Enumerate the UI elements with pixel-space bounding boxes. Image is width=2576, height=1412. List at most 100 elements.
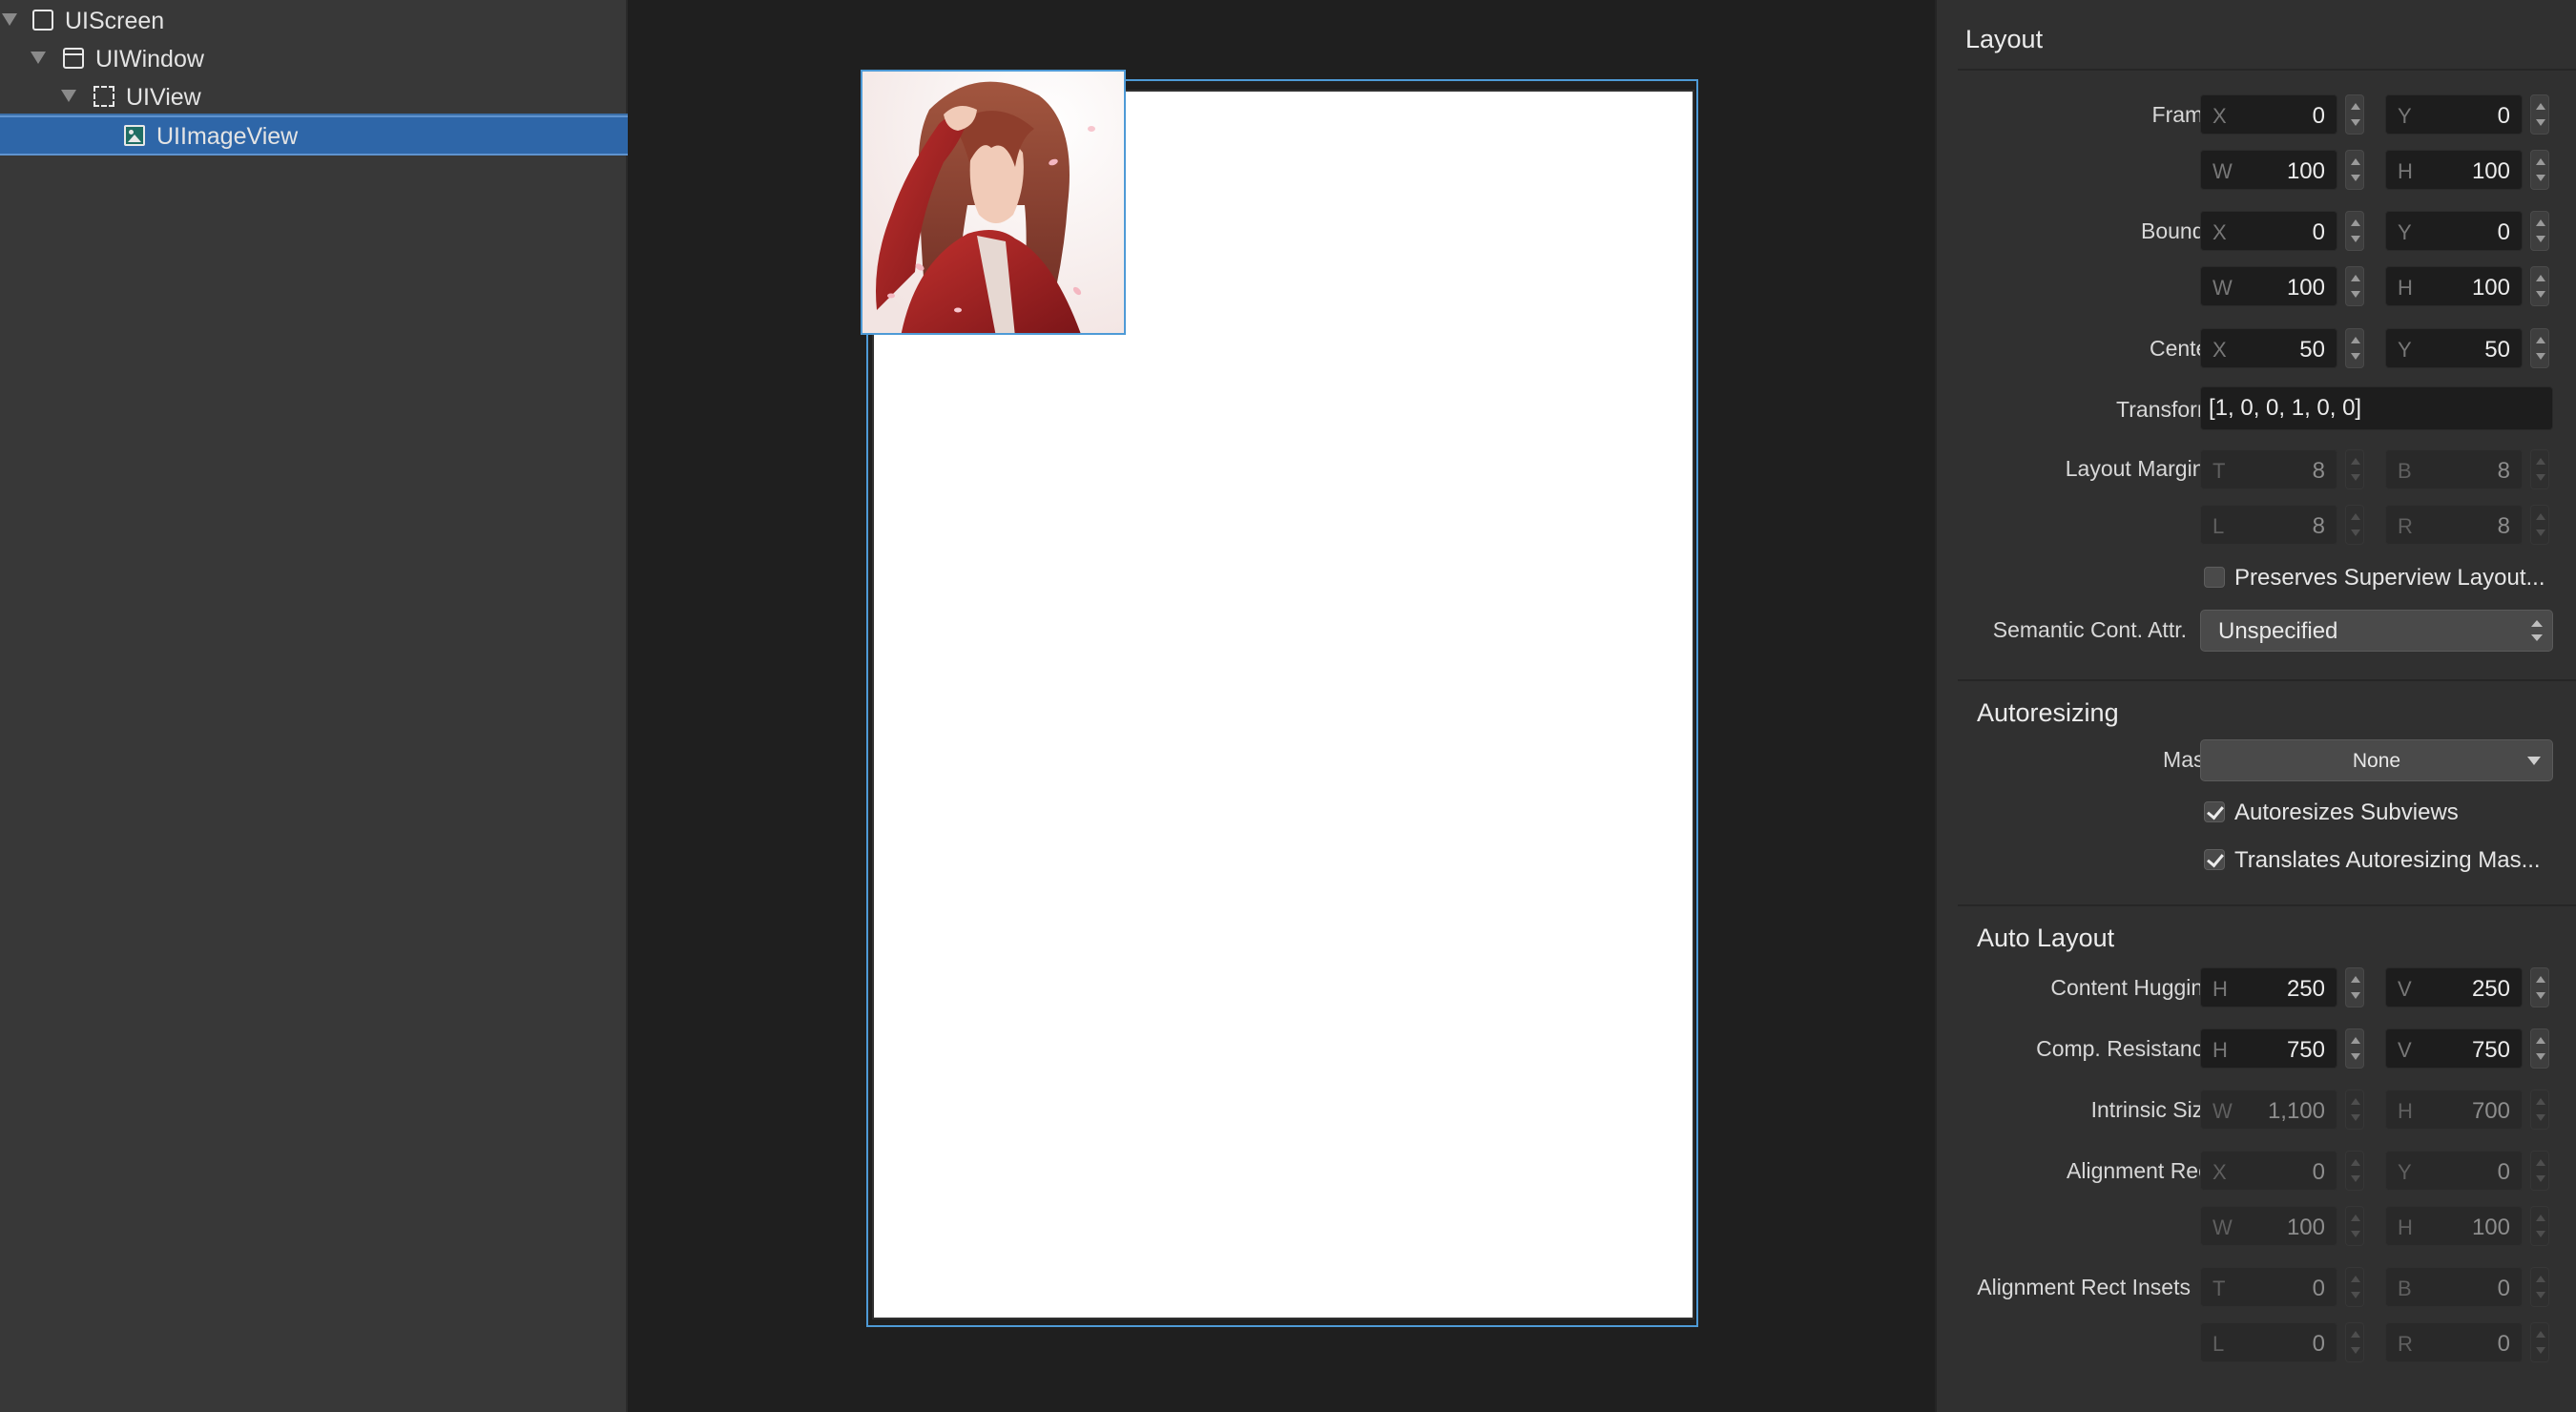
- translates-mask-label: Translates Autoresizing Mas...: [2234, 847, 2541, 873]
- frame-y-field[interactable]: Y0: [2385, 94, 2523, 135]
- align-w-value: 100: [2286, 1215, 2325, 1240]
- tree-row-uiwindow[interactable]: UIWindow: [0, 39, 628, 77]
- margin-right-stepper: [2530, 505, 2549, 545]
- inset-right-stepper: [2530, 1322, 2549, 1362]
- uiimageview-preview[interactable]: [861, 70, 1126, 335]
- screen-icon: [32, 10, 53, 31]
- margin-top-value: 8: [2312, 458, 2325, 484]
- frame-y-stepper[interactable]: [2530, 94, 2549, 135]
- tree-label-uiscreen: UIScreen: [65, 8, 165, 34]
- bounds-w-stepper[interactable]: [2345, 266, 2364, 306]
- inset-top-field: T0: [2200, 1267, 2337, 1307]
- frame-x-field[interactable]: X0: [2200, 94, 2337, 135]
- frame-y-value: 0: [2497, 103, 2510, 129]
- chevron-down-icon: [2527, 757, 2541, 765]
- center-x-field[interactable]: X 50: [2200, 328, 2337, 368]
- frame-x-stepper[interactable]: [2345, 94, 2364, 135]
- tree-label-uiwindow: UIWindow: [95, 46, 204, 73]
- content-hugging-label: Content Hugging: [2050, 975, 2215, 1000]
- inset-bottom-value: 0: [2497, 1276, 2510, 1301]
- bounds-h-field[interactable]: H 100: [2385, 266, 2523, 306]
- semantic-popup[interactable]: Unspecified: [2200, 610, 2553, 652]
- inset-top-stepper: [2345, 1267, 2364, 1307]
- align-w-field: W 100: [2200, 1206, 2337, 1246]
- autoresizing-section-title: Autoresizing: [1977, 698, 2119, 727]
- section-divider: [1958, 679, 2576, 681]
- hugging-v-stepper[interactable]: [2530, 967, 2549, 1007]
- center-y-field[interactable]: Y 50: [2385, 328, 2523, 368]
- bounds-h-stepper[interactable]: [2530, 266, 2549, 306]
- margin-top-field: T8: [2200, 449, 2337, 489]
- frame-w-field[interactable]: W 100: [2200, 150, 2337, 190]
- mask-value: None: [2352, 750, 2401, 772]
- intrinsic-size-label: Intrinsic Size: [2090, 1097, 2215, 1122]
- tree-row-uiimageview[interactable]: UIImageView: [0, 115, 628, 156]
- tree-row-uiscreen[interactable]: UIScreen: [0, 1, 628, 39]
- frame-w-value: 100: [2286, 158, 2325, 184]
- align-h-stepper: [2530, 1206, 2549, 1246]
- window-icon: [63, 48, 84, 69]
- align-h-field: H 100: [2385, 1206, 2523, 1246]
- intrinsic-h-value: 700: [2471, 1098, 2510, 1124]
- intrinsic-h-stepper: [2530, 1090, 2549, 1130]
- resistance-v-value: 750: [2471, 1037, 2510, 1063]
- inset-left-field: L0: [2200, 1322, 2337, 1362]
- frame-x-value: 0: [2312, 103, 2325, 129]
- frame-h-field[interactable]: H 100: [2385, 150, 2523, 190]
- hugging-h-stepper[interactable]: [2345, 967, 2364, 1007]
- margin-bottom-field: B8: [2385, 449, 2523, 489]
- frame-h-stepper[interactable]: [2530, 150, 2549, 190]
- disclosure-triangle-icon[interactable]: [2, 13, 17, 26]
- transform-field[interactable]: [1, 0, 0, 1, 0, 0]: [2200, 386, 2553, 430]
- align-y-field: Y0: [2385, 1151, 2523, 1191]
- margin-left-stepper: [2345, 505, 2364, 545]
- margin-bottom-value: 8: [2497, 458, 2510, 484]
- inset-bottom-stepper: [2530, 1267, 2549, 1307]
- preserves-superview-label: Preserves Superview Layout...: [2234, 565, 2545, 591]
- preserves-superview-checkbox[interactable]: [2204, 567, 2225, 588]
- resistance-h-value: 750: [2286, 1037, 2325, 1063]
- align-w-stepper: [2345, 1206, 2364, 1246]
- bounds-y-stepper[interactable]: [2530, 211, 2549, 251]
- view-debugger-canvas[interactable]: [630, 0, 1935, 1412]
- inset-left-value: 0: [2312, 1331, 2325, 1357]
- align-x-value: 0: [2312, 1159, 2325, 1185]
- tree-row-uiview[interactable]: UIView: [0, 77, 628, 115]
- inset-right-field: R0: [2385, 1322, 2523, 1362]
- hugging-h-field[interactable]: H 250: [2200, 967, 2337, 1007]
- bounds-label: Bounds: [2140, 218, 2215, 243]
- margin-right-value: 8: [2497, 513, 2510, 539]
- intrinsic-h-field: H 700: [2385, 1090, 2523, 1130]
- intrinsic-w-value: 1,100: [2267, 1098, 2325, 1124]
- view-hierarchy-panel: UIScreen UIWindow UIView UIImageView: [0, 0, 628, 1412]
- translates-mask-checkbox[interactable]: [2204, 849, 2225, 870]
- bounds-x-field[interactable]: X0: [2200, 211, 2337, 251]
- comp-resistance-label: Comp. Resistance: [2036, 1036, 2215, 1061]
- frame-w-stepper[interactable]: [2345, 150, 2364, 190]
- resistance-h-field[interactable]: H 750: [2200, 1028, 2337, 1069]
- resistance-v-field[interactable]: V 750: [2385, 1028, 2523, 1069]
- disclosure-triangle-icon[interactable]: [31, 52, 46, 64]
- bounds-y-value: 0: [2497, 219, 2510, 245]
- auto-layout-section-title: Auto Layout: [1977, 924, 2115, 952]
- resistance-h-stepper[interactable]: [2345, 1028, 2364, 1069]
- margin-bottom-stepper: [2530, 449, 2549, 489]
- hugging-v-field[interactable]: V 250: [2385, 967, 2523, 1007]
- image-view-icon: [124, 125, 145, 146]
- semantic-value: Unspecified: [2218, 618, 2338, 644]
- mask-popup[interactable]: None: [2200, 739, 2553, 781]
- bounds-w-field[interactable]: W 100: [2200, 266, 2337, 306]
- center-x-stepper[interactable]: [2345, 328, 2364, 368]
- resistance-v-stepper[interactable]: [2530, 1028, 2549, 1069]
- bounds-x-value: 0: [2312, 219, 2325, 245]
- bounds-y-field[interactable]: Y0: [2385, 211, 2523, 251]
- inset-left-stepper: [2345, 1322, 2364, 1362]
- disclosure-triangle-icon[interactable]: [61, 90, 76, 102]
- bounds-h-value: 100: [2471, 275, 2510, 301]
- center-y-stepper[interactable]: [2530, 328, 2549, 368]
- bounds-x-stepper[interactable]: [2345, 211, 2364, 251]
- align-y-value: 0: [2497, 1159, 2510, 1185]
- autoresizes-subviews-checkbox[interactable]: [2204, 801, 2225, 822]
- align-x-field: X0: [2200, 1151, 2337, 1191]
- inset-right-value: 0: [2497, 1331, 2510, 1357]
